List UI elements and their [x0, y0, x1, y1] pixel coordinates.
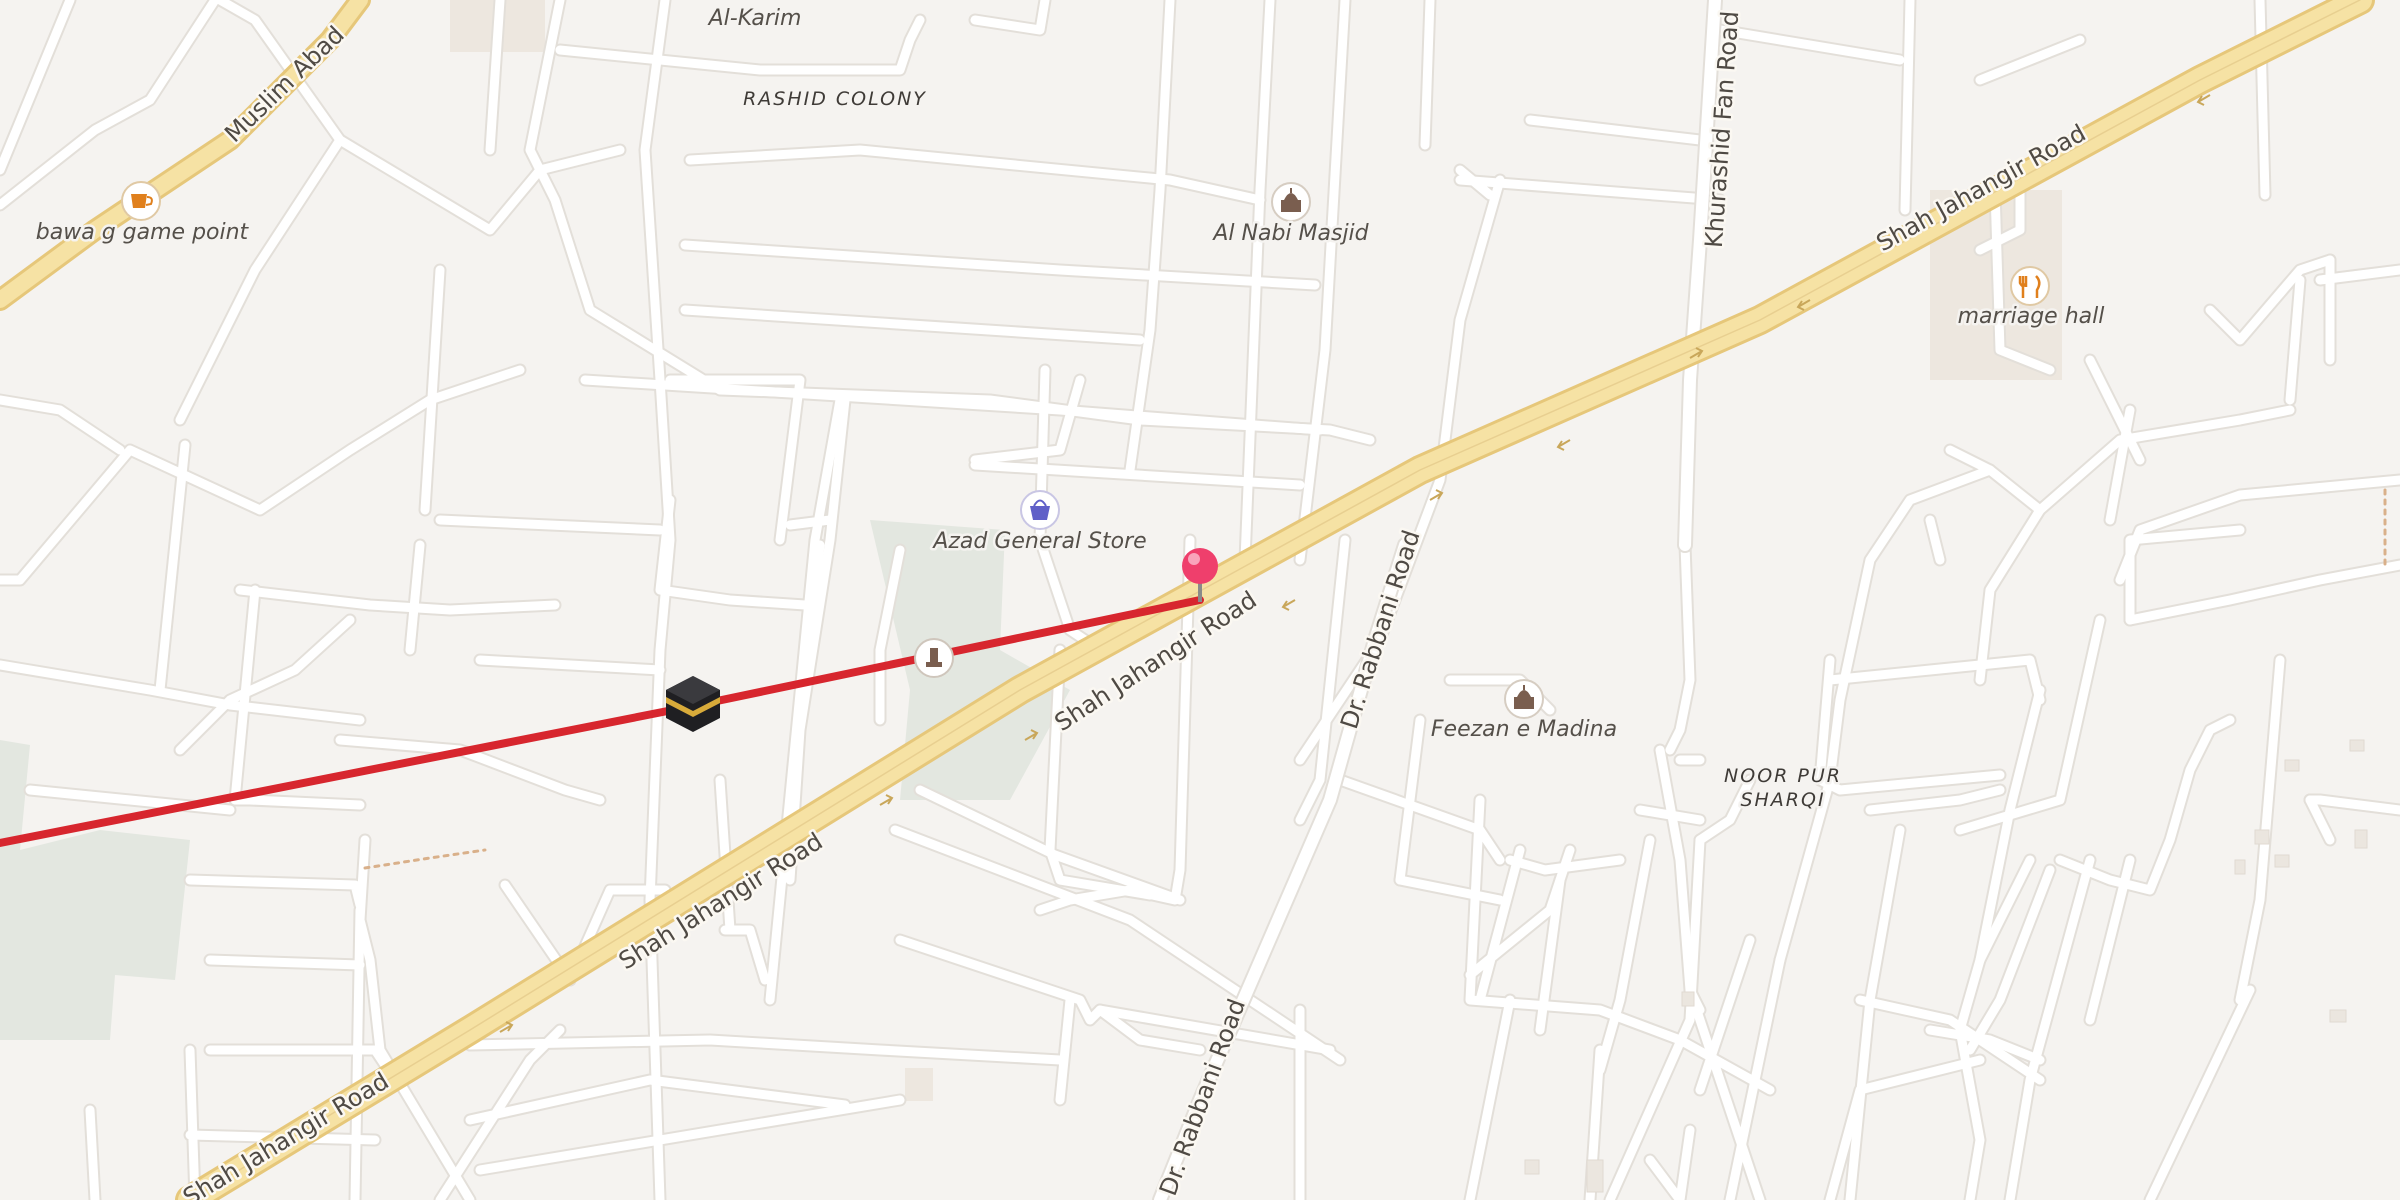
mosque-icon[interactable]	[1271, 182, 1311, 222]
place-label-marriage-hall[interactable]: marriage hall	[1955, 302, 2107, 332]
map-canvas[interactable]: Al-Karim bawa g game point Al Nabi Masji…	[0, 0, 2400, 1200]
place-label-bawa-g-game-point[interactable]: bawa g game point	[33, 218, 252, 248]
mosque-icon[interactable]	[1504, 679, 1544, 719]
place-label-feezan-e-madina[interactable]: Feezan e Madina	[1428, 715, 1619, 745]
restaurant-icon[interactable]	[2010, 266, 2050, 306]
area-label-rashid-colony: RASHID COLONY	[743, 88, 927, 110]
shopping-basket-icon[interactable]	[1020, 490, 1060, 530]
place-label-al-nabi-masjid[interactable]: Al Nabi Masjid	[1209, 219, 1372, 249]
map-view[interactable]: Al-Karim bawa g game point Al Nabi Masji…	[0, 0, 2400, 1200]
area-label-noor-pur-line1: NOOR PUR	[1724, 765, 1842, 787]
area-label-noor-pur-line2: SHARQI	[1740, 789, 1825, 811]
cafe-icon[interactable]	[121, 181, 161, 221]
place-label-azad-general-store[interactable]: Azad General Store	[929, 527, 1149, 557]
monument-icon[interactable]	[914, 638, 954, 678]
place-label-al-karim[interactable]: Al-Karim	[704, 4, 804, 34]
